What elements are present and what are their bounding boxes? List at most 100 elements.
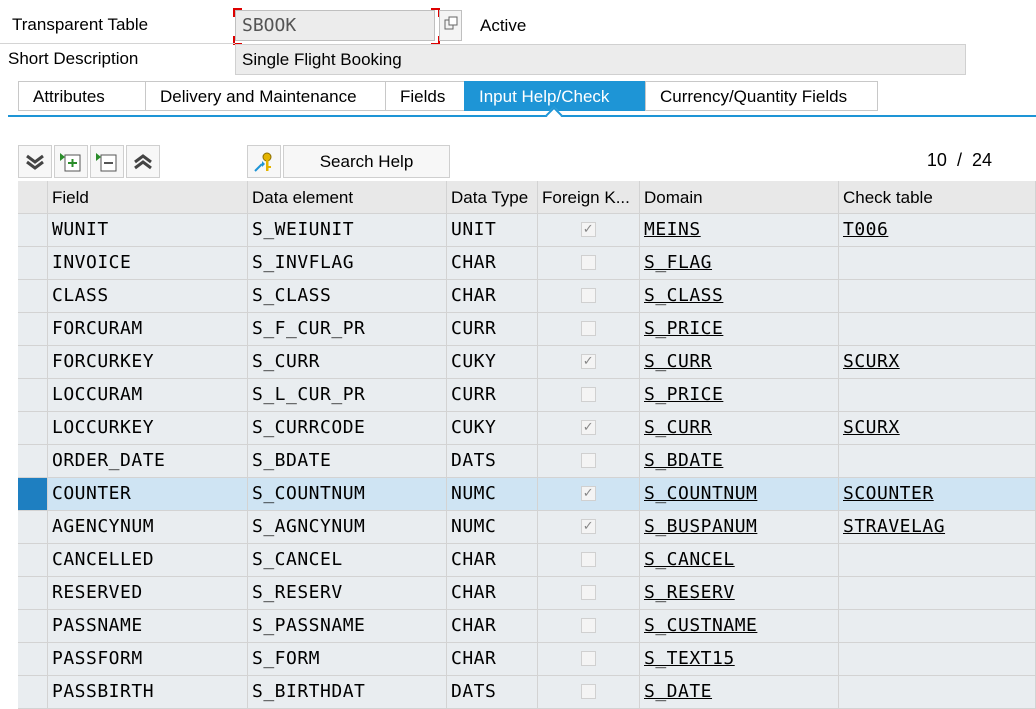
cell-domain[interactable]: S_COUNTNUM [640, 478, 839, 511]
expand-all-icon[interactable] [18, 145, 52, 178]
cell-domain[interactable]: S_PRICE [640, 313, 839, 346]
cell-check-table[interactable] [839, 313, 1036, 346]
cell-check-table[interactable] [839, 676, 1036, 709]
cell-foreign-key[interactable] [538, 247, 640, 280]
cell-data-type[interactable]: CUKY [447, 346, 538, 379]
table-row[interactable]: RESERVED S_RESERV CHAR S_RESERV [18, 577, 1036, 610]
domain-value[interactable]: S_DATE [644, 681, 712, 702]
cell-data-type[interactable]: CHAR [447, 280, 538, 313]
cell-field[interactable]: RESERVED [48, 577, 248, 610]
cell-field[interactable]: PASSFORM [48, 643, 248, 676]
row-selector[interactable] [18, 313, 48, 346]
domain-value[interactable]: S_CURR [644, 351, 712, 372]
table-row[interactable]: FORCURKEY S_CURR CUKY ✓ S_CURR SCURX [18, 346, 1036, 379]
row-selector[interactable] [18, 412, 48, 445]
cell-foreign-key[interactable] [538, 577, 640, 610]
cell-data-element[interactable]: S_PASSNAME [248, 610, 447, 643]
table-row[interactable]: CANCELLED S_CANCEL CHAR S_CANCEL [18, 544, 1036, 577]
table-row[interactable]: COUNTER S_COUNTNUM NUMC ✓ S_COUNTNUM SCOUNTER [18, 478, 1036, 511]
domain-value[interactable]: S_FLAG [644, 252, 712, 273]
cell-data-element[interactable]: S_CANCEL [248, 544, 447, 577]
foreign-key-checkbox[interactable]: ✓ [581, 486, 596, 501]
foreign-key-checkbox[interactable] [581, 585, 596, 600]
cell-data-type[interactable]: CURR [447, 313, 538, 346]
cell-data-type[interactable]: CUKY [447, 412, 538, 445]
cell-field[interactable]: AGENCYNUM [48, 511, 248, 544]
foreign-key-checkbox[interactable]: ✓ [581, 222, 596, 237]
cell-domain[interactable]: S_BUSPANUM [640, 511, 839, 544]
cell-check-table[interactable]: STRAVELAG [839, 511, 1036, 544]
cell-check-table[interactable] [839, 280, 1036, 313]
table-row[interactable]: ORDER_DATE S_BDATE DATS S_BDATE [18, 445, 1036, 478]
cell-check-table[interactable]: SCURX [839, 412, 1036, 445]
foreign-key-checkbox[interactable] [581, 552, 596, 567]
row-selector[interactable] [18, 610, 48, 643]
cell-data-type[interactable]: CHAR [447, 643, 538, 676]
cell-foreign-key[interactable] [538, 379, 640, 412]
cell-check-table[interactable] [839, 445, 1036, 478]
short-description-field[interactable]: Single Flight Booking [235, 44, 966, 75]
row-selector[interactable] [18, 676, 48, 709]
row-selector[interactable] [18, 478, 48, 511]
row-selector[interactable] [18, 214, 48, 247]
domain-value[interactable]: MEINS [644, 219, 701, 240]
cell-field[interactable]: WUNIT [48, 214, 248, 247]
cell-field[interactable]: FORCURAM [48, 313, 248, 346]
cell-field[interactable]: LOCCURAM [48, 379, 248, 412]
cell-domain[interactable]: S_RESERV [640, 577, 839, 610]
table-row[interactable]: FORCURAM S_F_CUR_PR CURR S_PRICE [18, 313, 1036, 346]
cell-field[interactable]: PASSBIRTH [48, 676, 248, 709]
cell-field[interactable]: CLASS [48, 280, 248, 313]
cell-data-type[interactable]: CHAR [447, 247, 538, 280]
cell-foreign-key[interactable]: ✓ [538, 346, 640, 379]
table-row[interactable]: CLASS S_CLASS CHAR S_CLASS [18, 280, 1036, 313]
domain-value[interactable]: S_PRICE [644, 384, 723, 405]
insert-row-icon[interactable] [54, 145, 88, 178]
cell-check-table[interactable]: SCOUNTER [839, 478, 1036, 511]
check-table-value[interactable]: SCOUNTER [843, 483, 934, 504]
cell-domain[interactable]: S_BDATE [640, 445, 839, 478]
table-row[interactable]: LOCCURKEY S_CURRCODE CUKY ✓ S_CURR SCURX [18, 412, 1036, 445]
delete-row-icon[interactable] [90, 145, 124, 178]
cell-data-type[interactable]: NUMC [447, 478, 538, 511]
cell-foreign-key[interactable]: ✓ [538, 478, 640, 511]
search-help-button[interactable]: Search Help [283, 145, 450, 178]
cell-domain[interactable]: S_CUSTNAME [640, 610, 839, 643]
cell-check-table[interactable]: T006 [839, 214, 1036, 247]
cell-field[interactable]: FORCURKEY [48, 346, 248, 379]
cell-domain[interactable]: S_PRICE [640, 379, 839, 412]
cell-foreign-key[interactable] [538, 445, 640, 478]
cell-data-type[interactable]: DATS [447, 676, 538, 709]
table-row[interactable]: AGENCYNUM S_AGNCYNUM NUMC ✓ S_BUSPANUM STRAVE… [18, 511, 1036, 544]
cell-domain[interactable]: S_CURR [640, 346, 839, 379]
table-row[interactable]: WUNIT S_WEIUNIT UNIT ✓ MEINS T006 [18, 214, 1036, 247]
row-selector[interactable] [18, 544, 48, 577]
table-row[interactable]: LOCCURAM S_L_CUR_PR CURR S_PRICE [18, 379, 1036, 412]
domain-value[interactable]: S_PRICE [644, 318, 723, 339]
cell-domain[interactable]: S_CLASS [640, 280, 839, 313]
cell-field[interactable]: ORDER_DATE [48, 445, 248, 478]
domain-value[interactable]: S_CURR [644, 417, 712, 438]
domain-value[interactable]: S_CUSTNAME [644, 615, 757, 636]
cell-data-element[interactable]: S_CURR [248, 346, 447, 379]
row-selector[interactable] [18, 346, 48, 379]
foreign-key-checkbox[interactable] [581, 684, 596, 699]
foreign-key-checkbox[interactable] [581, 321, 596, 336]
domain-value[interactable]: S_BDATE [644, 450, 723, 471]
cell-domain[interactable]: MEINS [640, 214, 839, 247]
foreign-key-checkbox[interactable] [581, 618, 596, 633]
cell-foreign-key[interactable] [538, 280, 640, 313]
domain-value[interactable]: S_TEXT15 [644, 648, 735, 669]
domain-value[interactable]: S_COUNTNUM [644, 483, 757, 504]
cell-foreign-key[interactable] [538, 313, 640, 346]
cell-check-table[interactable] [839, 247, 1036, 280]
tab-fields[interactable]: Fields [385, 81, 464, 111]
cell-data-element[interactable]: S_F_CUR_PR [248, 313, 447, 346]
cell-domain[interactable]: S_CANCEL [640, 544, 839, 577]
foreign-key-checkbox[interactable] [581, 453, 596, 468]
cell-foreign-key[interactable] [538, 676, 640, 709]
row-selector[interactable] [18, 445, 48, 478]
cell-field[interactable]: CANCELLED [48, 544, 248, 577]
domain-value[interactable]: S_BUSPANUM [644, 516, 757, 537]
table-row[interactable]: PASSBIRTH S_BIRTHDAT DATS S_DATE [18, 676, 1036, 709]
